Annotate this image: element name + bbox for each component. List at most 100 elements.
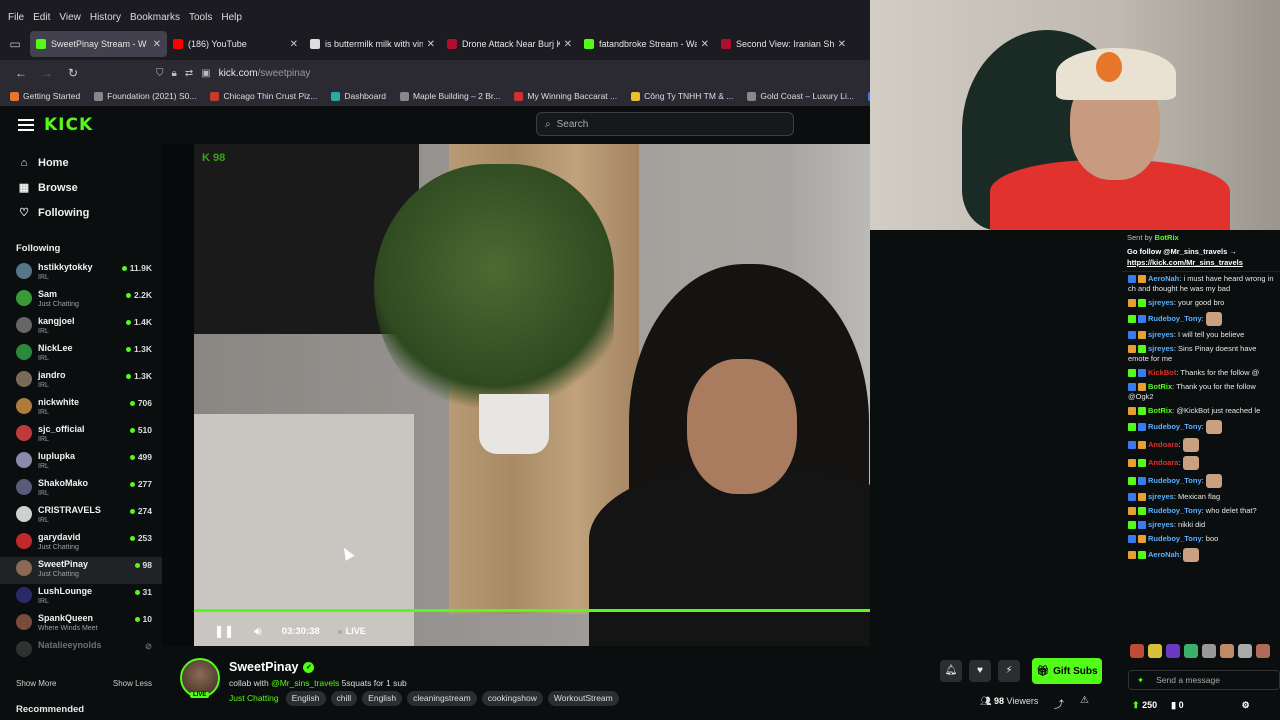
tab-close-icon[interactable]: ✕ [838, 39, 846, 50]
emote-icon[interactable] [1166, 644, 1180, 658]
following-channel[interactable]: SpankQueen Where Winds Meet 10 [0, 611, 162, 638]
browser-tab[interactable]: SweetPinay Stream - W ✕ [30, 31, 167, 57]
stream-tag[interactable]: chill [330, 691, 358, 706]
following-channel[interactable]: NickLee IRL 1.3K [0, 341, 162, 368]
chat-username[interactable]: sjreyes [1148, 298, 1174, 307]
chat-username[interactable]: Andoara [1148, 440, 1178, 449]
chat-input[interactable]: ✦ Send a message [1128, 670, 1280, 690]
gift-subs-button[interactable]: 🎁︎ Gift Subs [1032, 658, 1102, 684]
emote-icon[interactable] [1220, 644, 1234, 658]
browser-tab[interactable]: fatandbroke Stream - Wat ✕ [578, 31, 715, 57]
chat-username[interactable]: AeroNah [1148, 274, 1179, 283]
video-frame[interactable] [194, 144, 870, 646]
address-bar[interactable]: ⛉ 🔒︎ ⇄ ▣ kick.com/sweetpinay [156, 68, 310, 79]
emote-icon[interactable] [1238, 644, 1252, 658]
follow-heart-icon[interactable]: ♥ [969, 660, 991, 682]
chat-settings-icon[interactable]: ⚙ [1242, 700, 1250, 711]
streamer-name[interactable]: SweetPinay ✓ [229, 660, 315, 674]
chat-username[interactable]: BotRix [1148, 382, 1172, 391]
pause-icon[interactable]: ❚❚ [214, 624, 234, 638]
tab-close-icon[interactable]: ✕ [701, 39, 709, 50]
stream-tag[interactable]: English [285, 691, 326, 706]
emote-icon[interactable] [1148, 644, 1162, 658]
chat-username[interactable]: Rudeboy_Tony [1148, 314, 1202, 323]
following-channel[interactable]: hstikkytokky IRL 11.9K [0, 260, 162, 287]
menu-file[interactable]: File [8, 12, 24, 23]
forward-icon[interactable]: → [34, 66, 60, 80]
chat-username[interactable]: Rudeboy_Tony [1148, 534, 1202, 543]
kick-logo[interactable]: KICK [44, 115, 93, 135]
sidebar-item-browse[interactable]: ▦ Browse [0, 175, 162, 200]
following-channel[interactable]: jandro IRL 1.3K [0, 368, 162, 395]
bookmark-item[interactable]: My Winning Baccarat ... [514, 91, 617, 101]
bookmark-item[interactable]: Foundation (2021) S0... [94, 91, 196, 101]
emote-icon[interactable] [1202, 644, 1216, 658]
menu-view[interactable]: View [59, 12, 81, 23]
following-channel[interactable]: sjc_official IRL 510 [0, 422, 162, 449]
stream-title-mention[interactable]: @Mr_sins_travels [271, 678, 339, 688]
show-more-button[interactable]: Show More [16, 679, 56, 688]
menu-help[interactable]: Help [221, 12, 242, 23]
browser-tab[interactable]: Drone Attack Near Burj Kh ✕ [441, 31, 578, 57]
pinned-author[interactable]: BotRix [1155, 233, 1179, 242]
menu-edit[interactable]: Edit [33, 12, 50, 23]
following-channel[interactable]: Natalieeynolds ⊘ [0, 638, 162, 665]
pinned-link[interactable]: https://kick.com/Mr_sins_travels [1127, 258, 1243, 267]
live-progress-bar[interactable] [194, 609, 870, 612]
emote-icon[interactable] [1184, 644, 1198, 658]
report-icon[interactable]: ⚠ [1080, 695, 1089, 706]
hamburger-menu-icon[interactable] [18, 119, 34, 131]
chat-username[interactable]: BotRix [1148, 406, 1172, 415]
stream-tag[interactable]: WorkoutStream [547, 691, 619, 706]
chat-username[interactable]: Andoara [1148, 458, 1178, 467]
reload-icon[interactable]: ↻ [60, 66, 86, 80]
tab-close-icon[interactable]: ✕ [153, 39, 161, 50]
bookmark-item[interactable]: Dashboard [331, 91, 386, 101]
video-player[interactable]: K 98 ❚❚ 🔊︎ 03:30:38 LIVE ⎗ ▭ ⛶ ⚙ [162, 144, 870, 646]
menu-bookmarks[interactable]: Bookmarks [130, 12, 180, 23]
stream-tag[interactable]: cookingshow [481, 691, 543, 706]
following-channel[interactable]: LushLounge IRL 31 [0, 584, 162, 611]
chat-username[interactable]: sjreyes [1148, 330, 1174, 339]
search-input[interactable]: ⌕ Search [536, 112, 794, 136]
channel-points[interactable]: ⬆ 250 [1132, 700, 1157, 711]
bookmark-item[interactable]: Maple Building – 2 Br... [399, 91, 500, 101]
browser-tab[interactable]: Second View: Iranian Shah ✕ [715, 31, 852, 57]
bookmark-item[interactable]: Công Ty TNHH TM & ... [631, 91, 733, 101]
live-indicator[interactable]: LIVE [337, 626, 366, 636]
following-channel[interactable]: luplupka IRL 499 [0, 449, 162, 476]
following-channel[interactable]: nickwhite IRL 706 [0, 395, 162, 422]
following-channel[interactable]: ShakoMako IRL 277 [0, 476, 162, 503]
following-channel[interactable]: Sam Just Chatting 2.2K [0, 287, 162, 314]
bookmark-item[interactable]: Getting Started [10, 91, 80, 101]
chat-username[interactable]: Rudeboy_Tony [1148, 506, 1202, 515]
subscribe-bolt-icon[interactable]: ⚡︎ [998, 660, 1020, 682]
chat-username[interactable]: Rudeboy_Tony [1148, 476, 1202, 485]
notification-bell-icon[interactable]: 🔔︎ [940, 660, 962, 682]
show-less-button[interactable]: Show Less [113, 679, 152, 688]
volume-icon[interactable]: 🔊︎ [254, 624, 262, 639]
sub-count[interactable]: ▮ 0 [1171, 700, 1183, 711]
bookmark-item[interactable]: Chicago Thin Crust Piz... [210, 91, 317, 101]
share-icon[interactable]: ⤴ [1054, 696, 1064, 711]
browser-tab[interactable]: is buttermilk milk with vine ✕ [304, 31, 441, 57]
browser-tab[interactable]: (186) YouTube ✕ [167, 31, 304, 57]
bookmark-item[interactable]: Gold Coast – Luxury Li... [747, 91, 854, 101]
back-icon[interactable]: ← [8, 66, 34, 80]
tab-close-icon[interactable]: ✕ [564, 39, 572, 50]
tab-close-icon[interactable]: ✕ [427, 39, 435, 50]
chat-username[interactable]: sjreyes [1148, 344, 1174, 353]
sidebar-item-following[interactable]: ♡ Following [0, 200, 162, 225]
chat-username[interactable]: AeroNah [1148, 550, 1179, 559]
stream-tag[interactable]: cleaningstream [407, 691, 477, 706]
following-channel[interactable]: kangjoel IRL 1.4K [0, 314, 162, 341]
stream-tag[interactable]: English [362, 691, 403, 706]
tab-close-icon[interactable]: ✕ [290, 39, 298, 50]
following-channel[interactable]: SweetPinay Just Chatting 98 [0, 557, 162, 584]
chat-username[interactable]: sjreyes [1148, 520, 1174, 529]
chat-username[interactable]: sjreyes [1148, 492, 1174, 501]
emote-icon[interactable] [1256, 644, 1270, 658]
tab-overview-icon[interactable]: ▭ [0, 37, 30, 51]
stream-category[interactable]: Just Chatting [229, 691, 279, 706]
chat-username[interactable]: Rudeboy_Tony [1148, 422, 1202, 431]
